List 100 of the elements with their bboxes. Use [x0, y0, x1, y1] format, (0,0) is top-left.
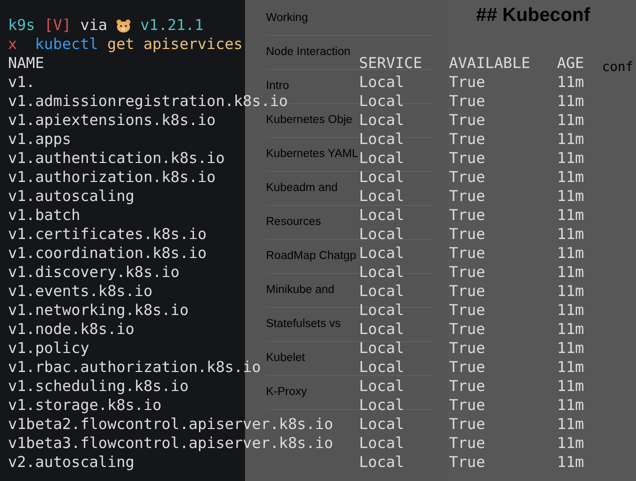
available-value: True [449, 225, 486, 244]
available-value: True [449, 206, 486, 224]
service-value: Local [359, 396, 404, 414]
service-value: Local [359, 263, 404, 282]
api-service-name: v1.certificates.k8s.io [8, 225, 207, 244]
age-value: 11m [557, 282, 584, 300]
service-value: Local [359, 187, 404, 206]
age-value: 11m [557, 358, 584, 376]
age-value: 11m [557, 339, 584, 358]
service-value: Local [359, 225, 404, 244]
available-value: True [449, 187, 486, 206]
api-service-name: v1beta2.flowcontrol.apiserver.k8s.io [8, 415, 334, 434]
api-service-name: v1.coordination.k8s.io [8, 244, 207, 262]
service-column-header: SERVICE [359, 54, 422, 72]
api-service-name: v1.networking.k8s.io [8, 301, 189, 320]
note-title[interactable]: Minikube and [266, 282, 334, 300]
available-value: True [449, 377, 486, 396]
note-title[interactable]: K-Proxy [266, 384, 307, 402]
api-service-name: v1. [8, 73, 36, 92]
available-value: True [449, 149, 486, 168]
age-value: 11m [557, 396, 584, 414]
service-value: Local [359, 130, 404, 148]
service-value: Local [359, 339, 404, 358]
api-service-name: v1.apps [8, 130, 72, 148]
note-title[interactable]: Statefulsets vs [266, 316, 341, 334]
age-value: 11m [557, 434, 584, 452]
service-value: Local [359, 168, 404, 186]
note-title[interactable]: Kubelet [266, 350, 306, 368]
command-arguments: get apiservices [107, 34, 243, 56]
age-value: 11m [557, 415, 584, 434]
available-value: True [449, 130, 486, 148]
service-value: Local [359, 415, 404, 434]
age-value: 11m [557, 130, 584, 148]
service-value: Local [359, 453, 404, 472]
age-value: 11m [557, 301, 584, 320]
note-title[interactable]: Kubernetes Obje [266, 112, 352, 130]
available-value: True [449, 92, 486, 110]
available-value: True [449, 168, 486, 186]
age-column-header: AGE [557, 54, 584, 72]
age-value: 11m [557, 187, 584, 206]
available-value: True [449, 244, 486, 262]
service-value: Local [359, 73, 404, 92]
available-value: True [449, 339, 486, 358]
age-value: 11m [557, 149, 584, 168]
service-value: Local [359, 92, 404, 110]
service-value: Local [359, 301, 404, 320]
note-title[interactable]: Resources [266, 214, 321, 232]
note-title[interactable]: Node Interaction [266, 44, 350, 62]
api-service-name: v1.events.k8s.io [8, 282, 152, 300]
prompt-directory: k9s [8, 15, 36, 36]
available-value: True [449, 434, 486, 452]
note-title[interactable]: RoadMap Chatgp [266, 248, 356, 266]
available-value: True [449, 263, 486, 282]
age-value: 11m [557, 206, 584, 224]
service-value: Local [359, 111, 404, 130]
api-service-name: v1.scheduling.k8s.io [8, 377, 189, 396]
api-service-name: v1.batch [8, 206, 80, 224]
available-value: True [449, 358, 486, 376]
available-value: True [449, 282, 486, 300]
api-service-name: v1.storage.k8s.io [8, 396, 162, 414]
name-column-header: NAME [8, 54, 44, 72]
command-program: kubectl [35, 34, 98, 56]
available-value: True [449, 111, 486, 130]
age-value: 11m [557, 263, 584, 282]
code-text: conf [602, 58, 634, 76]
error-symbol: x [8, 34, 18, 56]
api-service-name: v2.autoscaling [8, 453, 134, 472]
age-value: 11m [557, 225, 584, 244]
service-value: Local [359, 244, 404, 262]
api-service-name: v1.discovery.k8s.io [8, 263, 180, 282]
age-value: 11m [557, 111, 584, 130]
available-column-header: AVAILABLE [449, 54, 530, 72]
service-value: Local [359, 149, 404, 168]
service-value: Local [359, 320, 404, 338]
available-value: True [449, 415, 486, 434]
note-title[interactable]: Working [266, 10, 308, 28]
age-value: 11m [557, 168, 584, 186]
service-value: Local [359, 206, 404, 224]
age-value: 11m [557, 377, 584, 396]
age-value: 11m [557, 453, 584, 472]
api-service-name: v1.authorization.k8s.io [8, 168, 216, 186]
api-service-name: v1.apiextensions.k8s.io [8, 111, 216, 130]
available-value: True [449, 396, 486, 414]
service-value: Local [359, 282, 404, 300]
api-service-name: v1.authentication.k8s.io [8, 149, 225, 168]
api-service-name: v1.autoscaling [8, 187, 134, 206]
age-value: 11m [557, 244, 584, 262]
api-service-name: v1.node.k8s.io [8, 320, 134, 338]
markdown-heading: ## Kubeconf [476, 4, 592, 28]
age-value: 11m [557, 92, 584, 110]
service-value: Local [359, 434, 404, 452]
note-title[interactable]: Kubeadm and [266, 180, 338, 198]
hamster-icon [116, 18, 132, 32]
available-value: True [449, 453, 486, 472]
api-service-name: v1.rbac.authorization.k8s.io [8, 358, 261, 376]
service-value: Local [359, 358, 404, 376]
note-title[interactable]: Kubernetes YAML [266, 146, 358, 164]
git-status: [V] [44, 15, 72, 36]
age-value: 11m [557, 73, 584, 92]
service-value: Local [359, 377, 404, 396]
